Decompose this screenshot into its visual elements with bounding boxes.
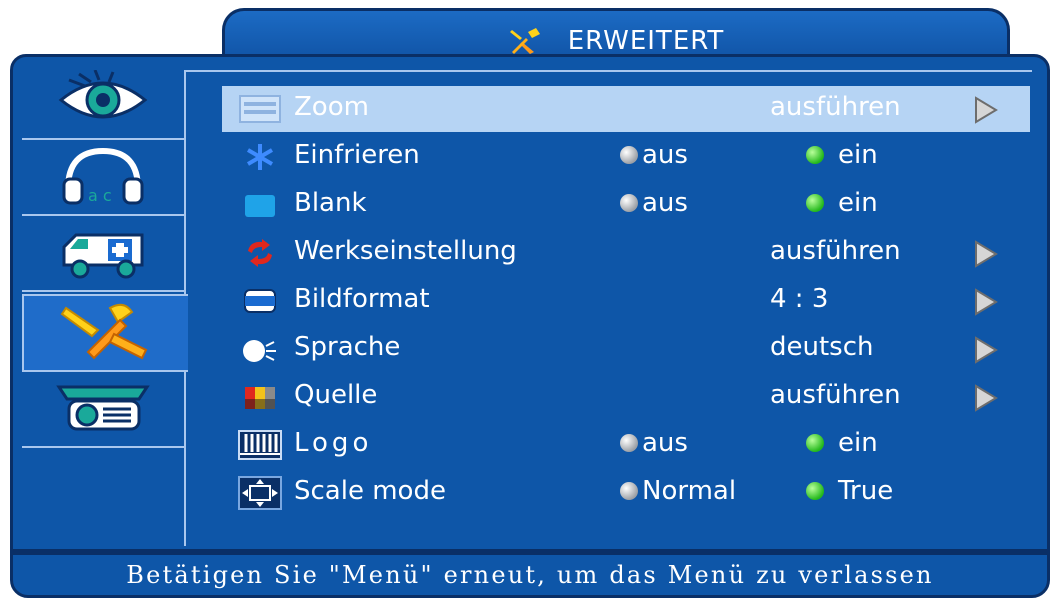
chevron-right-icon[interactable] <box>972 335 1000 365</box>
menu-item-sprache[interactable]: Sprache deutsch <box>222 326 1030 372</box>
chevron-right-icon[interactable] <box>972 95 1000 125</box>
menu-item-quelle[interactable]: Quelle ausführen <box>222 374 1030 420</box>
svg-text:a c: a c <box>88 186 112 205</box>
blank-icon <box>230 190 290 220</box>
menu-item-value: ausführen <box>770 92 901 122</box>
menu-item-werkseinstellung[interactable]: Werkseinstellung ausführen <box>222 230 1030 276</box>
radio-on-icon <box>806 146 824 164</box>
option-aus[interactable]: aus <box>620 188 688 218</box>
option-aus[interactable]: aus <box>620 428 688 458</box>
projector-icon <box>55 377 151 443</box>
aspect-ratio-icon <box>230 286 290 316</box>
menu-item-label: Zoom <box>294 92 369 122</box>
menu-item-label: Blank <box>294 188 367 218</box>
tab-projector[interactable] <box>22 374 184 448</box>
language-icon <box>230 334 290 364</box>
tab-audio[interactable]: a c <box>22 142 184 216</box>
menu-item-zoom[interactable]: Zoom ausführen <box>222 86 1030 132</box>
tab-advanced[interactable] <box>22 294 188 372</box>
radio-off-icon <box>620 482 638 500</box>
scale-mode-icon <box>230 476 290 510</box>
radio-on-icon <box>806 194 824 212</box>
ambulance-icon <box>58 221 148 287</box>
option-true[interactable]: True <box>806 476 893 506</box>
chevron-right-icon[interactable] <box>972 383 1000 413</box>
zoom-icon <box>230 94 290 124</box>
menu-item-value: deutsch <box>770 332 874 362</box>
status-text: Betätigen Sie "Menü" erneut, um das Menü… <box>126 561 934 589</box>
menu-item-logo[interactable]: Logo aus ein <box>222 422 1030 468</box>
menu-item-label: Scale mode <box>294 476 446 506</box>
menu-item-label: Einfrieren <box>294 140 420 170</box>
menu-item-einfrieren[interactable]: Einfrieren aus ein <box>222 134 1030 180</box>
option-ein[interactable]: ein <box>806 188 878 218</box>
reset-icon <box>230 238 290 268</box>
option-normal[interactable]: Normal <box>620 476 736 506</box>
freeze-icon <box>230 142 290 172</box>
menu-item-label: Quelle <box>294 380 378 410</box>
sidebar: a c <box>22 66 188 536</box>
menu-item-value: 4 : 3 <box>770 284 829 314</box>
tab-service[interactable] <box>22 218 184 292</box>
option-ein[interactable]: ein <box>806 140 878 170</box>
tools-icon <box>58 300 154 366</box>
menu-title: ERWEITERT <box>567 25 725 56</box>
menu-item-bildformat[interactable]: Bildformat 4 : 3 <box>222 278 1030 324</box>
option-aus[interactable]: aus <box>620 140 688 170</box>
logo-icon <box>230 430 290 460</box>
eye-icon <box>55 69 151 134</box>
radio-off-icon <box>620 434 638 452</box>
status-bar: Betätigen Sie "Menü" erneut, um das Menü… <box>10 552 1050 598</box>
radio-off-icon <box>620 146 638 164</box>
tools-icon <box>508 26 542 56</box>
radio-on-icon <box>806 434 824 452</box>
radio-off-icon <box>620 194 638 212</box>
menu-item-label: Bildformat <box>294 284 430 314</box>
headphones-icon: a c <box>58 145 148 211</box>
menu-item-blank[interactable]: Blank aus ein <box>222 182 1030 228</box>
chevron-right-icon[interactable] <box>972 239 1000 269</box>
menu-item-scale-mode[interactable]: Scale mode Normal True <box>222 470 1030 516</box>
menu-item-label: Sprache <box>294 332 401 362</box>
source-icon <box>230 382 290 412</box>
menu-item-label: Logo <box>294 428 373 458</box>
menu-item-value: ausführen <box>770 236 901 266</box>
chevron-right-icon[interactable] <box>972 287 1000 317</box>
tab-image[interactable] <box>22 66 184 140</box>
radio-on-icon <box>806 482 824 500</box>
divider <box>184 70 1032 72</box>
menu-item-value: ausführen <box>770 380 901 410</box>
menu-item-label: Werkseinstellung <box>294 236 517 266</box>
option-ein[interactable]: ein <box>806 428 878 458</box>
